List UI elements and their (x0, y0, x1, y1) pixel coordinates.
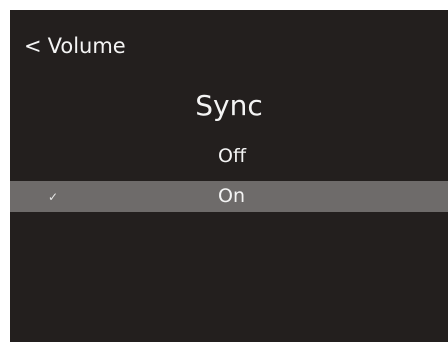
option-label: On (218, 185, 245, 207)
chevron-left-icon: < (24, 34, 42, 58)
back-button[interactable]: < Volume (24, 32, 126, 60)
option-on[interactable]: ✓ On (10, 181, 448, 212)
option-off[interactable]: Off (10, 141, 448, 172)
sync-settings-screen: < Volume Sync Off ✓ On (10, 10, 448, 342)
checkmark-icon: ✓ (48, 190, 59, 204)
option-label: Off (218, 145, 247, 167)
page-title: Sync (195, 89, 263, 122)
back-label: Volume (47, 34, 126, 58)
